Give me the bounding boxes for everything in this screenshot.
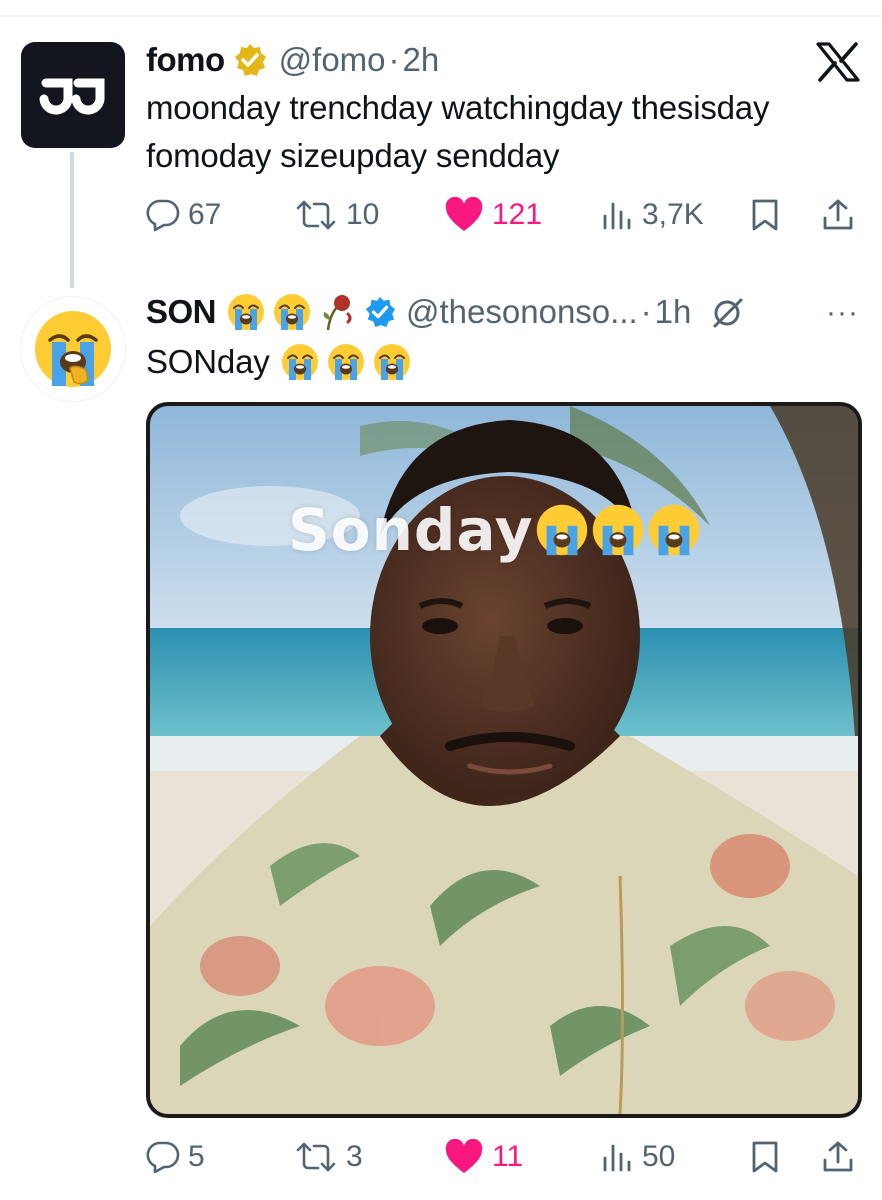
views-icon xyxy=(603,1144,631,1172)
loudly-crying-face-icon xyxy=(592,504,643,556)
share-icon xyxy=(823,1141,853,1172)
tweet1-display-name[interactable]: fomo xyxy=(146,40,225,80)
loudly-crying-face-icon xyxy=(228,294,265,330)
bookmark-icon xyxy=(752,199,778,231)
heart-icon xyxy=(445,1139,483,1173)
tweet2-like-count: 11 xyxy=(492,1140,524,1173)
tweet1-share-button[interactable] xyxy=(822,190,854,240)
tweet2-text: SONday xyxy=(146,338,412,386)
tweet2-more-options-icon[interactable]: ··· xyxy=(826,296,859,330)
tweet1-reply-button[interactable]: 67 xyxy=(146,190,221,240)
wilted-flower-icon xyxy=(323,295,352,331)
tweet1-views-button[interactable]: 3,7K xyxy=(600,190,704,240)
top-divider xyxy=(0,15,882,17)
reply-icon xyxy=(146,199,180,232)
tweet1-timestamp[interactable]: 2h xyxy=(403,40,440,80)
tweet2-share-button[interactable] xyxy=(822,1132,854,1182)
loudly-crying-face-icon xyxy=(536,504,587,556)
tweet2-text-content: SONday xyxy=(146,343,270,380)
tweet1-view-count: 3,7K xyxy=(642,198,704,231)
tweet2-repost-count: 3 xyxy=(346,1140,363,1173)
tweet1-action-bar: 67 10 121 3,7K xyxy=(146,190,862,240)
loudly-crying-face-icon xyxy=(35,311,111,387)
tweet2-reply-count: 5 xyxy=(188,1140,205,1173)
tweet1-repost-count: 10 xyxy=(346,198,380,231)
tweet1-bookmark-button[interactable] xyxy=(750,190,780,240)
tweet2-handle[interactable]: @thesononso... xyxy=(406,292,638,332)
tweet2-reply-button[interactable]: 5 xyxy=(146,1132,205,1182)
loudly-crying-face-icon xyxy=(327,344,364,380)
fomo-logo-icon xyxy=(39,78,105,115)
blue-verified-badge-icon xyxy=(365,296,396,328)
tweet2-action-bar: 5 3 11 50 xyxy=(146,1132,862,1182)
x-logo-icon xyxy=(816,42,860,82)
media-caption-overlay: Sonday xyxy=(288,496,702,564)
reply-icon xyxy=(146,1141,180,1174)
loudly-crying-face-icon xyxy=(281,344,318,380)
tweet2-repost-button[interactable]: 3 xyxy=(294,1132,363,1182)
loudly-crying-face-icon xyxy=(274,294,311,330)
views-icon xyxy=(603,202,631,230)
tweet2-timestamp[interactable]: 1h xyxy=(655,292,692,332)
repost-icon xyxy=(296,1142,336,1172)
loudly-crying-face-icon xyxy=(648,504,699,556)
gold-verified-badge-icon xyxy=(234,44,266,76)
tweet1-text: moonday trenchday watchingday thesisday … xyxy=(146,84,769,180)
repost-icon xyxy=(296,200,336,230)
share-icon xyxy=(823,199,853,230)
media-caption-text: Sonday xyxy=(288,496,534,564)
tweet2-view-count: 50 xyxy=(642,1140,676,1173)
tweet1-reply-count: 67 xyxy=(188,198,222,231)
bookmark-icon xyxy=(752,1141,778,1173)
tweet2-separator: · xyxy=(640,293,652,330)
tweet1-handle[interactable]: @fomo xyxy=(279,40,386,80)
thread-connector-line xyxy=(70,152,74,288)
tweet2-display-name[interactable]: SON xyxy=(146,292,217,332)
tweet1-text-line2: fomoday sizeupday sendday xyxy=(146,137,560,174)
tweet2-like-button[interactable]: 11 xyxy=(444,1132,523,1182)
tweet2-views-button[interactable]: 50 xyxy=(600,1132,675,1182)
tweet1-repost-button[interactable]: 10 xyxy=(294,190,379,240)
tweet2-media-image[interactable]: Sonday xyxy=(146,402,862,1118)
fomo-avatar[interactable] xyxy=(21,42,125,148)
tweet1-like-button[interactable]: 121 xyxy=(444,190,542,240)
tweet2-header: SON @thesononso... · 1h xyxy=(146,292,745,332)
loudly-crying-face-icon xyxy=(373,344,410,380)
tweet1-like-count: 121 xyxy=(492,198,543,231)
tweet1-separator: · xyxy=(388,41,400,78)
grok-icon[interactable] xyxy=(711,295,745,329)
tweet1-text-line1: moonday trenchday watchingday thesisday xyxy=(146,89,770,126)
tweet1-header: fomo @fomo · 2h xyxy=(146,40,439,80)
media-photo: Sonday xyxy=(150,406,858,1114)
son-avatar[interactable] xyxy=(20,296,126,402)
heart-icon xyxy=(445,197,483,231)
tweet2-bookmark-button[interactable] xyxy=(750,1132,780,1182)
